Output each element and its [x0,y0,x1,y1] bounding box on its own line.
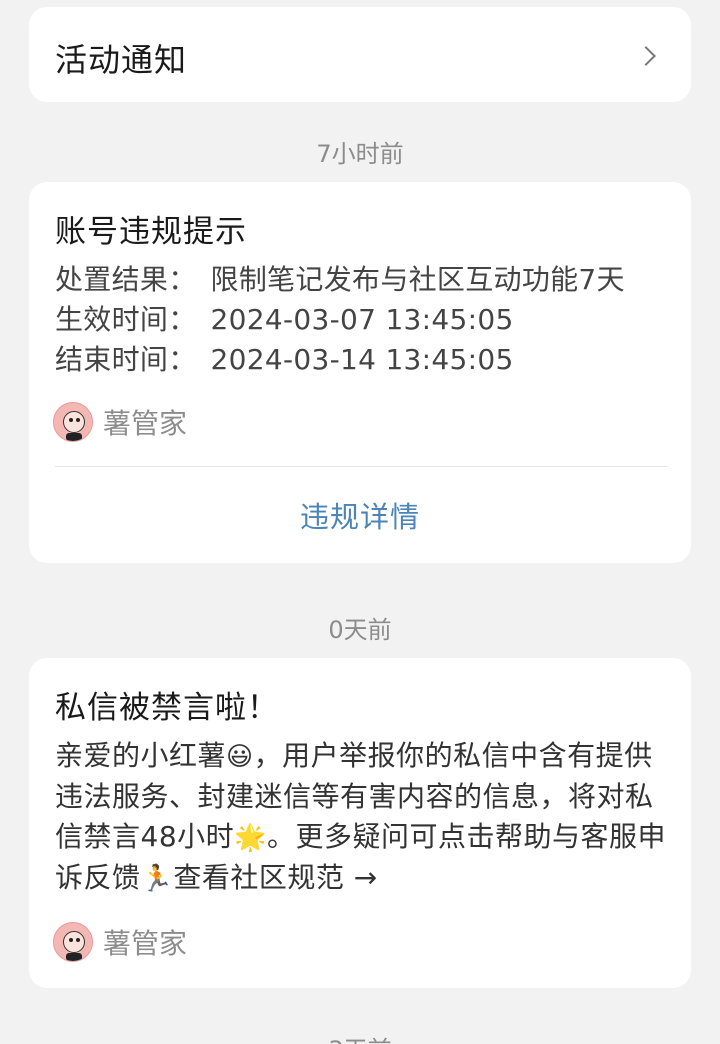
activity-title: 活动通知 [55,41,188,79]
mute-title: 私信被禁言啦！ [55,690,279,726]
chevron-right-icon [636,46,656,66]
detail-key: 结束时间： [55,343,197,376]
author-name: 薯管家 [103,407,188,440]
author-name: 薯管家 [103,927,188,960]
grinning-face-icon: 😃 [226,742,254,772]
detail-key: 生效时间： [55,303,197,336]
message-mute-card: 私信被禁言啦！ 亲爱的小红薯😃，用户举报你的私信中含有提供违法服务、封建迷信等有… [29,658,691,988]
detail-key: 处置结果： [55,263,197,296]
violation-details-button[interactable]: 违规详情 [29,494,691,536]
violation-details: 处置结果： 限制笔记发布与社区互动功能7天 生效时间： 2024-03-07 13:… [55,260,625,380]
avatar [53,402,93,442]
timestamp-label: 7小时前 [316,140,404,168]
running-person-icon: 🏃 [140,864,174,894]
detail-value: 2024-03-14 13:45:05 [210,343,514,376]
detail-line: 生效时间： 2024-03-07 13:45:05 [55,300,625,340]
timestamp-label: 0天前 [328,616,392,644]
body-text-segment: 亲爱的小红薯 [55,739,227,772]
timestamp-label: 3天前 [0,1030,720,1044]
violation-notice-card: 账号违规提示 处置结果： 限制笔记发布与社区互动功能7天 生效时间： 2024-03… [29,182,691,563]
community-guidelines-link[interactable]: 查看社区规范 → [173,861,377,894]
glowing-star-icon: 🌟 [234,823,268,853]
detail-value: 2024-03-07 13:45:05 [210,303,514,336]
mute-body-text: 亲爱的小红薯😃，用户举报你的私信中含有提供违法服务、封建迷信等有害内容的信息，将… [55,736,667,899]
detail-line: 处置结果： 限制笔记发布与社区互动功能7天 [55,260,625,300]
detail-value: 限制笔记发布与社区互动功能7天 [210,263,625,296]
detail-line: 结束时间： 2024-03-14 13:45:05 [55,340,625,380]
avatar [53,922,93,962]
divider [55,466,667,467]
author-info[interactable]: 薯管家 [53,922,187,962]
violation-title: 账号违规提示 [55,214,247,250]
author-info[interactable]: 薯管家 [53,402,187,442]
activity-notification-card[interactable]: 活动通知 [29,7,691,102]
